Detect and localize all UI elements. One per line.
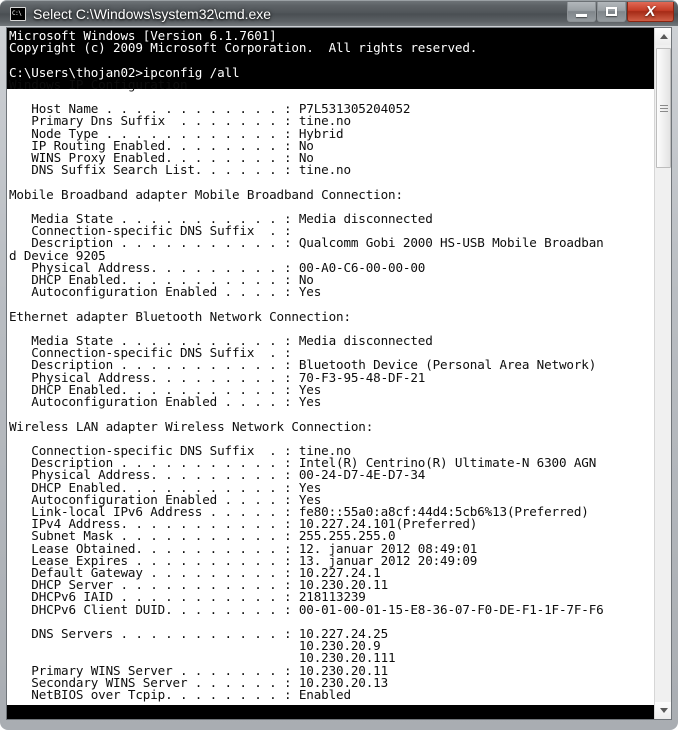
console-client-area[interactable]: Microsoft Windows [Version 6.1.7601] Cop… <box>6 27 672 720</box>
console-output: Microsoft Windows [Version 6.1.7601] Cop… <box>9 28 654 702</box>
scrollbar-thumb[interactable] <box>656 48 671 168</box>
console-text-surface[interactable]: Microsoft Windows [Version 6.1.7601] Cop… <box>7 28 654 719</box>
vertical-scrollbar[interactable] <box>654 28 671 719</box>
maximize-icon <box>606 7 617 16</box>
chevron-up-icon <box>659 34 668 39</box>
close-icon: X <box>645 3 656 20</box>
cmd-console-icon <box>10 6 26 21</box>
title-bar[interactable]: Select C:\Windows\system32\cmd.exe X <box>0 0 678 26</box>
console-selected-lines: Microsoft Windows [Version 6.1.7601] Cop… <box>9 28 478 80</box>
minimize-button[interactable] <box>567 2 596 22</box>
console-bottom-band <box>7 705 654 719</box>
console-output-lines: Windows IP Configuration Host Name . . .… <box>9 76 604 702</box>
scroll-down-button[interactable] <box>655 702 671 719</box>
minimize-icon <box>576 13 587 17</box>
maximize-button[interactable] <box>597 2 626 22</box>
chevron-down-icon <box>659 708 668 713</box>
grip-icon <box>659 104 668 112</box>
close-button[interactable]: X <box>627 2 674 22</box>
cmd-window: Select C:\Windows\system32\cmd.exe X Mic… <box>0 0 678 730</box>
scroll-up-button[interactable] <box>655 28 671 45</box>
caption-button-group: X <box>566 2 674 24</box>
